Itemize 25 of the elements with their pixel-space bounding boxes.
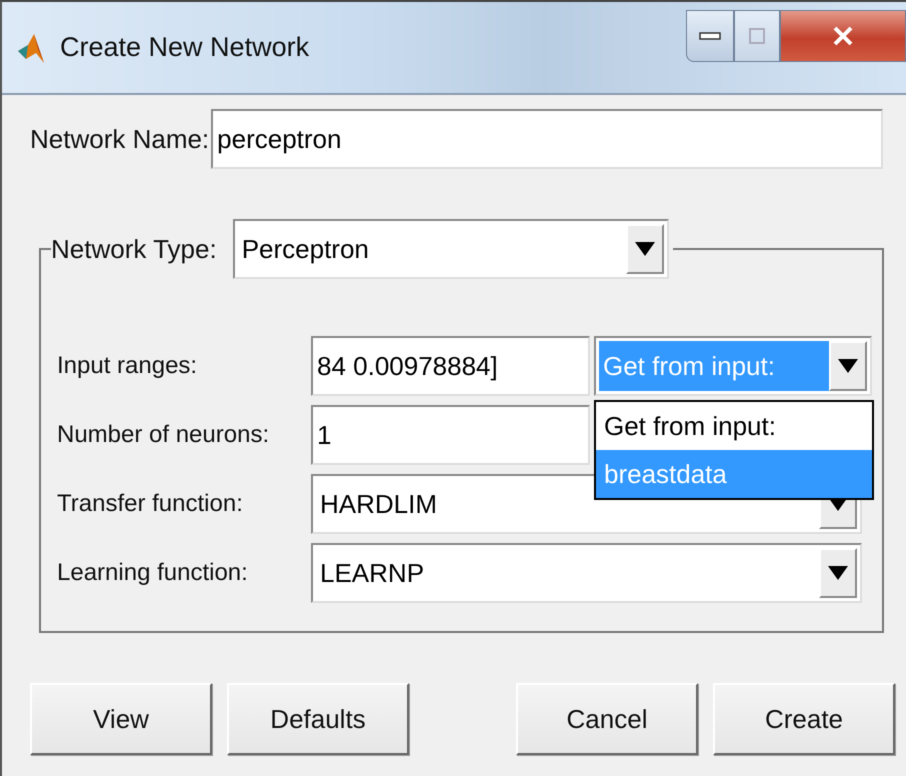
minimize-icon: [699, 32, 721, 40]
group-label: Network Type:: [51, 234, 217, 264]
text-field[interactable]: 1: [311, 405, 590, 465]
minimize-button[interactable]: [686, 10, 734, 62]
field-label: Learning function:: [57, 559, 249, 587]
dropdown-option[interactable]: Get from input:: [596, 402, 872, 450]
caret-icon: [634, 242, 655, 256]
dialog-button[interactable]: Cancel: [516, 683, 698, 755]
text-field[interactable]: 84 0.00978884]: [311, 336, 590, 396]
dialog-button[interactable]: Defaults: [227, 683, 409, 755]
close-icon: [833, 26, 853, 46]
maximize-icon: [749, 28, 765, 44]
field-label: Network Name:: [30, 124, 210, 154]
caret-icon: [828, 566, 848, 580]
dropdown[interactable]: Perceptron: [232, 219, 669, 279]
field-label: Input ranges:: [57, 352, 198, 380]
dialog-button[interactable]: View: [30, 683, 212, 755]
name-field[interactable]: perceptron: [211, 109, 884, 169]
caret-icon: [838, 359, 858, 373]
dropdown[interactable]: LEARNP: [311, 543, 862, 603]
window-title: Create New Network: [60, 32, 310, 63]
close-button[interactable]: [780, 10, 906, 62]
dialog-button[interactable]: Create: [713, 683, 895, 755]
field-label: Number of neurons:: [57, 421, 270, 449]
field-label: Transfer function:: [57, 490, 244, 518]
